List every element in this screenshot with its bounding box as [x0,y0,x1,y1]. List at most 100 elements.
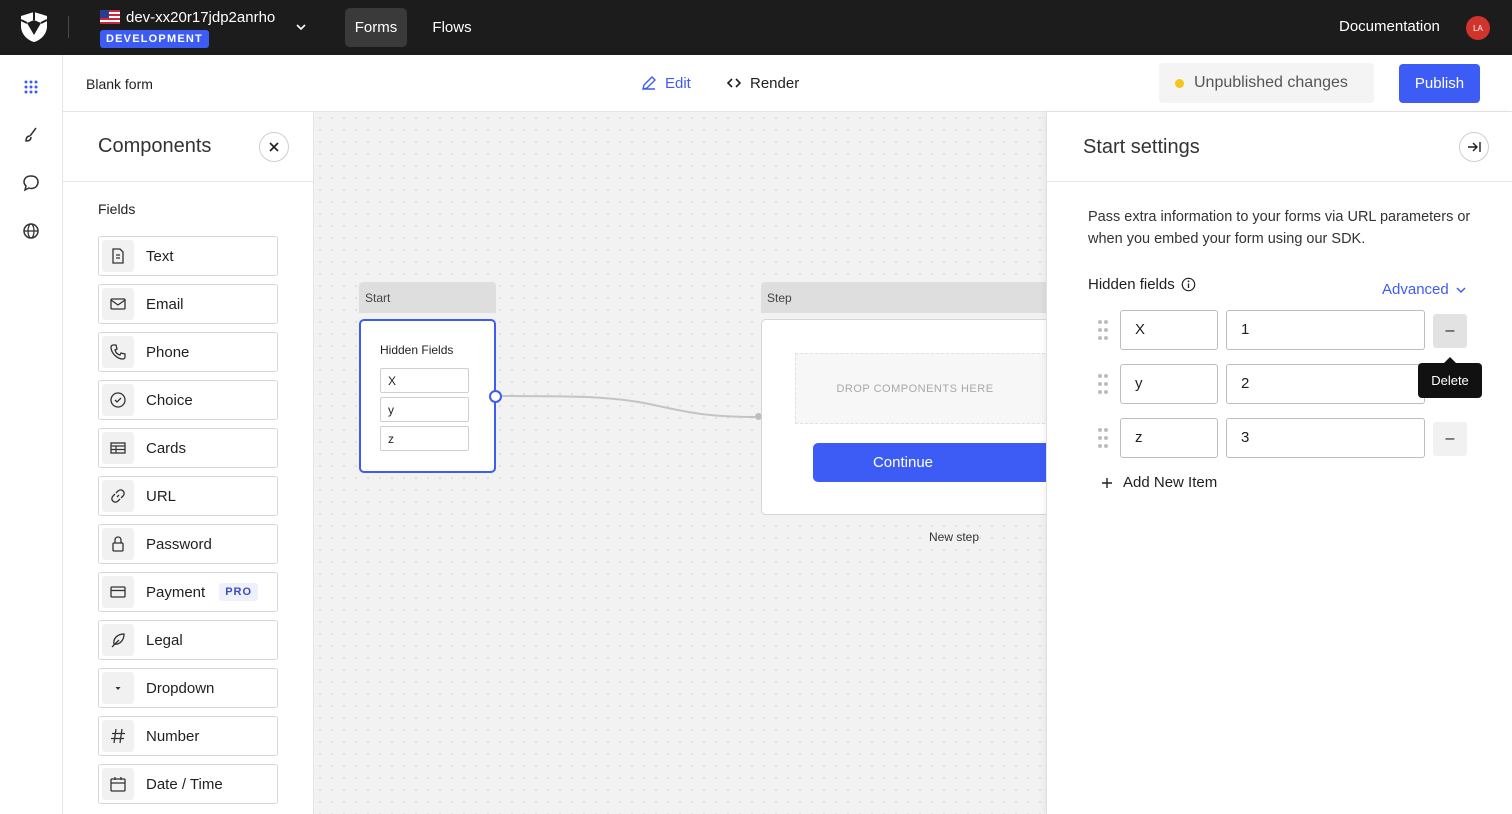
lock-icon [102,528,134,560]
status-text: Unpublished changes [1194,74,1348,91]
fields-section-label: Fields [98,201,136,217]
render-mode-button[interactable]: Render [726,72,799,94]
hidden-field-key-input[interactable]: z [1120,418,1218,458]
component-label: Number [146,727,200,745]
hidden-field-value-input[interactable]: 1 [1226,310,1425,350]
close-icon [269,142,279,152]
components-panel: Components Fields Text Email Phone Choic… [63,112,314,814]
avatar[interactable]: LA [1466,16,1490,40]
left-rail [0,55,63,814]
hidden-field-input: y [380,397,469,422]
drag-handle-icon[interactable] [1097,373,1109,395]
brush-icon[interactable] [21,125,41,145]
chat-icon[interactable] [21,173,41,193]
plus-icon [1102,477,1112,488]
component-label: Choice [146,391,193,409]
publish-button[interactable]: Publish [1399,64,1480,103]
nav-forms[interactable]: Forms [345,8,407,47]
component-label: Phone [146,343,190,361]
start-node-header[interactable]: Start [359,282,496,313]
component-dropdown[interactable]: Dropdown [98,668,278,708]
status-badge: Unpublished changes [1159,63,1374,103]
connector-handle[interactable] [489,390,502,403]
us-flag-icon [100,10,120,24]
arrow-right-to-line-icon [1468,142,1481,152]
hidden-field-value-input[interactable]: 2 [1226,364,1425,404]
document-icon [102,240,134,272]
delete-row-button[interactable]: – [1433,314,1467,348]
hash-icon [102,720,134,752]
component-label: Password [146,535,212,553]
check-circle-icon [102,384,134,416]
component-label: Legal [146,631,183,649]
collapse-panel-button[interactable] [1459,132,1489,162]
flow-canvas[interactable]: Start Hidden Fields X y z Step DROP COMP… [314,112,1047,814]
top-divider [68,16,69,38]
grid-icon[interactable] [21,77,41,97]
feather-icon [102,624,134,656]
form-title[interactable]: Blank form [86,76,153,92]
delete-tooltip: Delete [1418,357,1482,398]
component-payment[interactable]: Payment PRO [98,572,278,612]
component-url[interactable]: URL [98,476,278,516]
component-choice[interactable]: Choice [98,380,278,420]
environment-badge: DEVELOPMENT [100,30,209,48]
component-text[interactable]: Text [98,236,278,276]
drop-zone[interactable]: DROP COMPONENTS HERE [795,353,1047,424]
settings-description: Pass extra information to your forms via… [1088,209,1471,247]
code-icon [726,78,742,88]
edit-mode-button[interactable]: Edit [641,72,691,94]
component-label: Date / Time [146,775,223,793]
chevron-down-icon[interactable] [294,20,308,34]
drag-handle-icon[interactable] [1097,427,1109,449]
caret-down-icon [102,672,134,704]
component-label: Email [146,295,184,313]
nav-flows[interactable]: Flows [421,8,483,47]
table-icon [102,432,134,464]
shield-logo-icon[interactable] [19,11,49,43]
info-icon[interactable] [1181,277,1196,292]
render-label: Render [750,74,800,92]
drag-handle-icon[interactable] [1097,319,1109,341]
continue-button[interactable]: Continue [813,443,1047,482]
advanced-toggle[interactable]: Advanced [1382,281,1467,298]
documentation-link[interactable]: Documentation [1339,18,1440,35]
envelope-icon [102,288,134,320]
component-legal[interactable]: Legal [98,620,278,660]
form-header: Blank form Edit Render Unpublished chang… [63,55,1512,112]
edit-label: Edit [665,74,691,92]
component-label: Payment [146,583,206,601]
component-number[interactable]: Number [98,716,278,756]
chevron-down-icon [1456,286,1466,293]
components-title: Components [98,135,212,157]
pro-badge: PRO [219,583,259,601]
close-button[interactable] [259,132,289,162]
hidden-field-key-input[interactable]: y [1120,364,1218,404]
component-email[interactable]: Email [98,284,278,324]
hidden-fields-title: Hidden Fields [380,343,454,357]
step-caption[interactable]: New step [929,530,979,544]
start-node[interactable]: Hidden Fields X y z [359,319,496,473]
component-label: Cards [146,439,187,457]
add-new-item-button[interactable]: Add New Item [1101,474,1217,491]
settings-header: Start settings [1047,112,1512,182]
components-header: Components [63,112,313,182]
globe-icon[interactable] [21,221,41,241]
hidden-field-value-input[interactable]: 3 [1226,418,1425,458]
component-label: URL [146,487,177,505]
calendar-icon [102,768,134,800]
delete-row-button[interactable]: – [1433,422,1467,456]
hidden-fields-label: Hidden fields [1088,276,1196,293]
settings-title: Start settings [1083,136,1200,158]
component-password[interactable]: Password [98,524,278,564]
start-settings-panel: Start settings Pass extra information to… [1046,112,1512,814]
phone-icon [102,336,134,368]
component-cards[interactable]: Cards [98,428,278,468]
hidden-field-key-input[interactable]: X [1120,310,1218,350]
top-bar: dev-xx20r17jdp2anrho DEVELOPMENT Forms F… [0,0,1512,55]
component-date-time[interactable]: Date / Time [98,764,278,804]
tenant-selector[interactable]: dev-xx20r17jdp2anrho DEVELOPMENT [100,8,275,48]
step-node-header[interactable]: Step [761,282,1047,313]
component-phone[interactable]: Phone [98,332,278,372]
step-node[interactable]: DROP COMPONENTS HERE Continue [761,319,1047,515]
